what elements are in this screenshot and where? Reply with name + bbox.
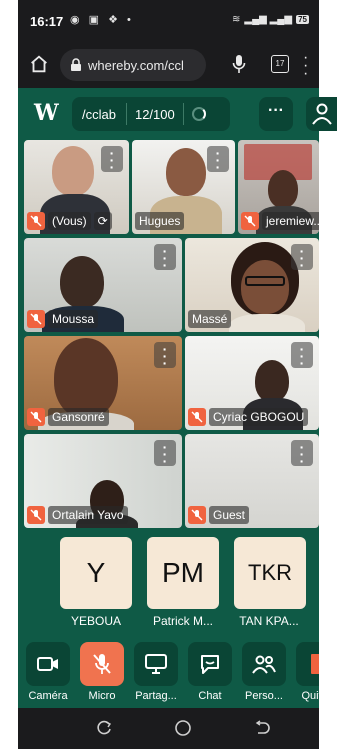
video-tile[interactable]: · · · Ortalain Yavo	[24, 434, 182, 528]
participant-name: Moussa	[48, 310, 99, 328]
home-icon[interactable]	[28, 53, 50, 75]
tile-menu-icon[interactable]: · · ·	[154, 244, 176, 272]
system-nav-bar	[18, 708, 319, 749]
lock-icon	[71, 58, 81, 71]
status-right: ≋ ▂▄▆ ▂▄▆ 75	[232, 14, 309, 25]
video-tile[interactable]: · · · Hugues	[132, 140, 235, 234]
tile-menu-icon[interactable]: · · ·	[154, 440, 176, 468]
profile-button[interactable]	[306, 97, 337, 131]
mic-off-icon	[93, 654, 111, 674]
video-tile[interactable]: · · · Guest	[185, 434, 319, 528]
camera-button[interactable]	[26, 642, 70, 686]
loading-icon	[191, 107, 206, 121]
mic-off-icon	[27, 408, 45, 426]
participant-name: Cyriac GBOGOU	[209, 408, 309, 426]
screen-share-icon	[145, 654, 167, 674]
video-tile[interactable]: · · · Cyriac GBOGOU	[185, 336, 319, 430]
mic-off-icon	[27, 506, 45, 524]
leave-icon	[311, 654, 319, 674]
status-time: 16:17	[30, 14, 64, 29]
people-label: Perso...	[245, 690, 283, 702]
participant-avatar[interactable]: PM	[147, 537, 219, 609]
participant-name: Ortalain Yavo	[48, 506, 128, 524]
tile-menu-icon[interactable]: · · ·	[101, 146, 123, 174]
chat-label: Chat	[198, 690, 222, 702]
participant-name: Guest	[209, 506, 250, 524]
participant-name: (Vous)	[48, 212, 91, 230]
notification-icons: ◉ ▣ ❖ •	[70, 14, 134, 26]
video-tile[interactable]: · · · Moussa	[24, 238, 182, 332]
tile-menu-icon[interactable]: · · ·	[207, 146, 229, 174]
room-info[interactable]: /cclab 12/100	[72, 97, 230, 131]
chat-icon	[201, 655, 219, 674]
divider	[182, 103, 184, 125]
wifi-icon: ≋	[231, 14, 241, 25]
leave-button[interactable]	[296, 642, 319, 686]
mic-off-icon	[188, 506, 206, 524]
share-button[interactable]	[134, 642, 178, 686]
share-label: Partag...	[135, 690, 177, 702]
leave-label: Quitter	[301, 690, 319, 702]
audio-participants: Y YEBOUA PM Patrick M... TKR TAN KPA...	[18, 530, 319, 636]
whereby-logo: W	[34, 100, 59, 126]
camera-label: Caméra	[28, 690, 68, 702]
tile-menu-icon[interactable]: · · ·	[291, 440, 313, 468]
video-tile[interactable]: jeremiew...	[238, 140, 319, 234]
person-icon	[312, 103, 332, 125]
recent-apps-icon[interactable]	[96, 720, 112, 736]
participant-count: 12/100	[134, 106, 175, 122]
micro-label: Micro	[88, 690, 116, 702]
participant-name: Gansonré	[48, 408, 109, 426]
participant-name: jeremiew...	[262, 212, 319, 230]
url-bar[interactable]: whereby.com/ccl	[60, 49, 206, 81]
participant-name: Massé	[188, 310, 232, 328]
browser-menu-icon[interactable]: · · ·	[303, 50, 308, 82]
back-icon[interactable]	[254, 720, 270, 736]
mic-off-icon	[188, 408, 206, 426]
status-bar: 16:17 ◉ ▣ ❖ • ≋ ▂▄▆ ▂▄▆ 75	[18, 0, 319, 42]
signal-icon: ▂▄▆ ▂▄▆	[244, 14, 293, 25]
video-tile[interactable]: · · · Massé	[185, 238, 319, 332]
people-icon	[252, 655, 276, 674]
tile-menu-icon[interactable]: · · ·	[154, 342, 176, 370]
participant-name: Hugues	[135, 212, 185, 230]
participant-name: TAN KPA...	[239, 614, 299, 628]
participant-name: Patrick M...	[152, 614, 213, 628]
tile-menu-icon[interactable]: · · ·	[291, 342, 313, 370]
participant-name: YEBOUA	[70, 614, 121, 628]
participant-avatar[interactable]: TKR	[234, 537, 306, 609]
tile-menu-icon[interactable]: · · ·	[291, 244, 313, 272]
mic-off-icon	[27, 212, 45, 230]
home-nav-icon[interactable]	[174, 719, 192, 737]
phone-screen: 16:17 ◉ ▣ ❖ • ≋ ▂▄▆ ▂▄▆ 75 whereby.com/c…	[18, 0, 319, 749]
mic-off-icon	[241, 212, 259, 230]
camera-icon	[37, 657, 58, 671]
meeting-controls: Caméra Micro Partag... Chat Perso... Qui…	[18, 636, 319, 708]
mic-off-icon	[27, 310, 45, 328]
video-tile-self[interactable]: · · · (Vous) ⟳	[24, 140, 129, 234]
url-text: whereby.com/ccl	[88, 57, 184, 73]
room-name: /cclab	[82, 106, 116, 122]
chat-button[interactable]	[188, 642, 232, 686]
meeting-header: W /cclab 12/100 ···	[18, 88, 319, 138]
battery-icon: 75	[296, 15, 309, 24]
voice-search-icon[interactable]	[232, 54, 246, 74]
people-button[interactable]	[242, 642, 286, 686]
more-options-button[interactable]: ···	[259, 97, 293, 131]
browser-toolbar: whereby.com/ccl 17 · · ·	[18, 42, 319, 88]
video-tile[interactable]: · · · Gansonré	[24, 336, 182, 430]
participant-avatar[interactable]: Y	[60, 537, 132, 609]
micro-button[interactable]	[80, 642, 124, 686]
tab-switcher-button[interactable]: 17	[271, 55, 289, 73]
camera-switch-icon[interactable]: ⟳	[93, 212, 112, 230]
